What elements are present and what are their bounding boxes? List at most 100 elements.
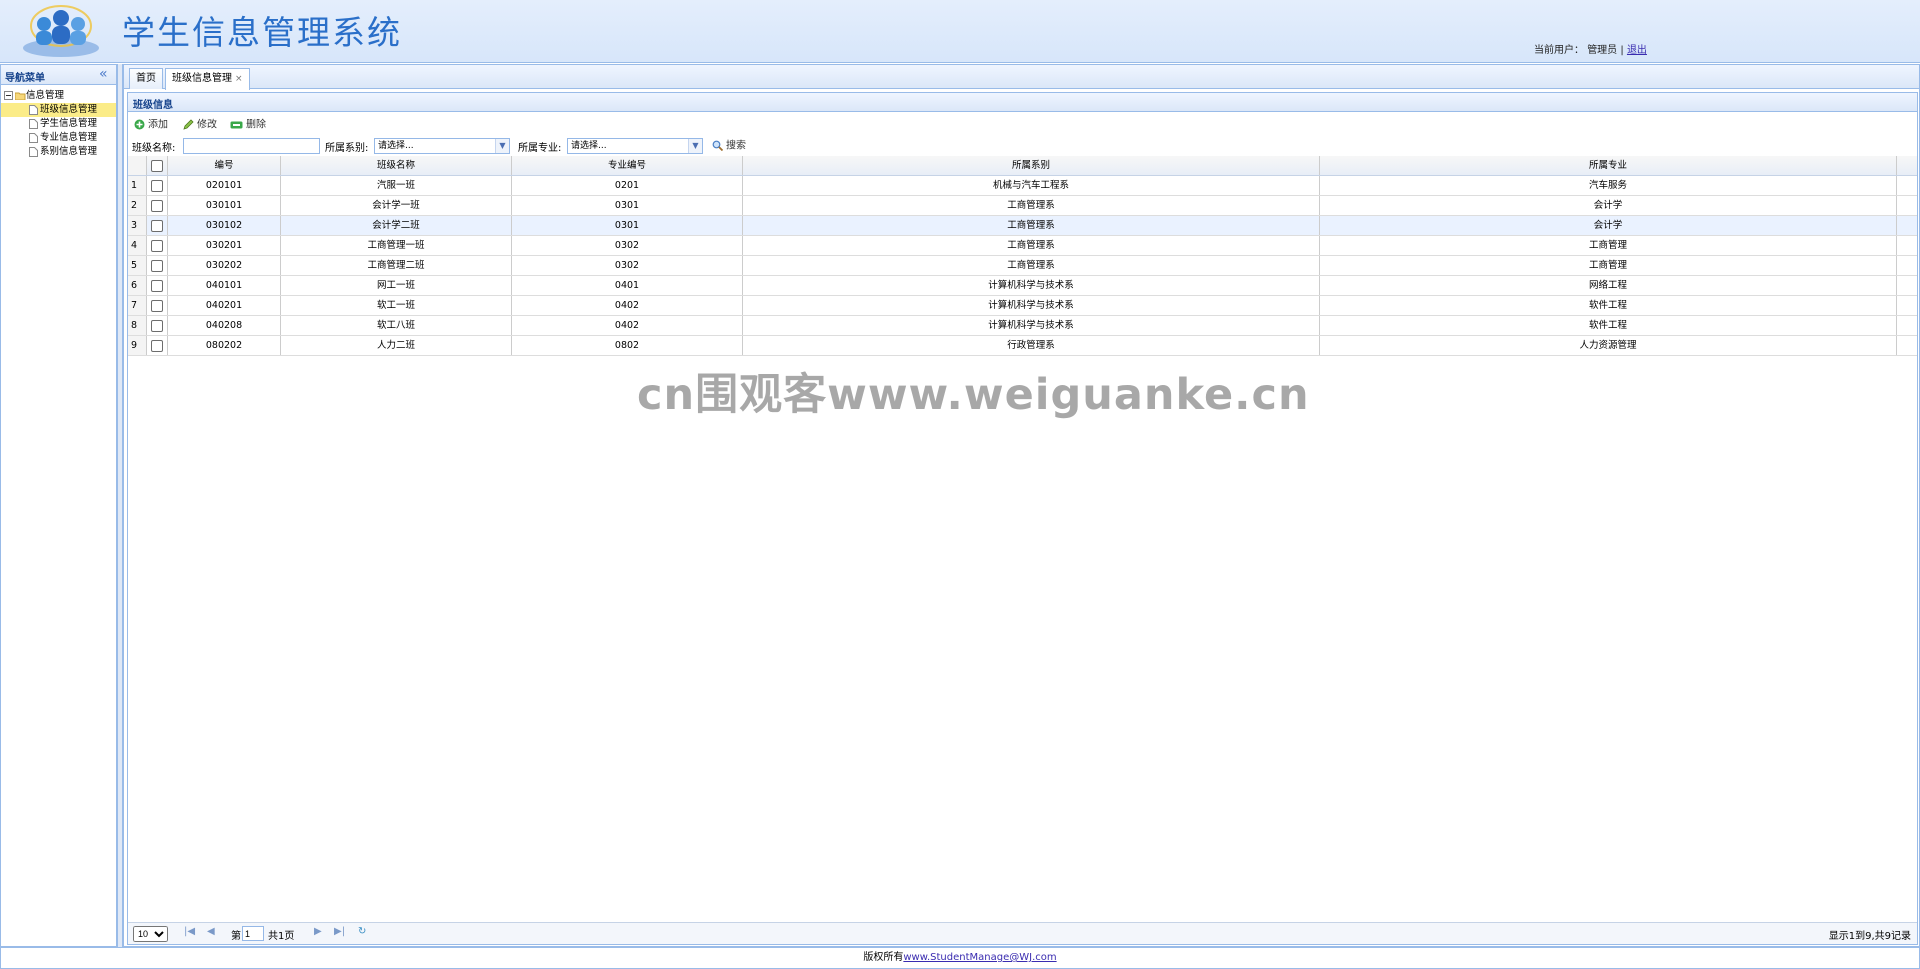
add-label: 添加 (148, 119, 168, 131)
row-number: 2 (128, 196, 147, 215)
logout-link[interactable]: 退出 (1627, 45, 1647, 56)
next-page-icon[interactable]: ▶ (314, 926, 322, 937)
col-header-major-id[interactable]: 专业编号 (512, 156, 743, 175)
row-checkbox[interactable] (151, 219, 163, 232)
row-select-cell[interactable] (147, 296, 168, 315)
row-select-cell[interactable] (147, 176, 168, 195)
last-page-icon[interactable]: ▶| (334, 926, 345, 937)
row-checkbox[interactable] (151, 279, 163, 292)
row-number: 6 (128, 276, 147, 295)
table-row[interactable]: 8 040208 软工八班 0402 计算机科学与技术系 软件工程 (128, 316, 1917, 336)
nav-item-student-info[interactable]: 学生信息管理 (29, 117, 97, 131)
cell-dept: 工商管理系 (743, 216, 1320, 235)
row-select-cell[interactable] (147, 316, 168, 335)
refresh-icon[interactable]: ↻ (358, 926, 366, 937)
nav-header: 导航菜单 « (1, 65, 116, 85)
cell-dept: 工商管理系 (743, 196, 1320, 215)
nav-item-label: 系别信息管理 (40, 146, 98, 157)
current-user-name: 管理员 (1587, 45, 1618, 56)
nav-item-class-info[interactable]: 班级信息管理 (1, 103, 116, 117)
select-all-cell[interactable] (147, 156, 168, 175)
row-checkbox[interactable] (151, 179, 163, 192)
page-size-select[interactable]: 10 (133, 926, 168, 942)
chevron-down-icon[interactable]: ▼ (688, 139, 702, 153)
page-number-input[interactable] (242, 926, 264, 941)
nav-item-dept-info[interactable]: 系别信息管理 (29, 145, 97, 159)
row-select-cell[interactable] (147, 236, 168, 255)
cell-major-id: 0302 (512, 256, 743, 275)
table-row[interactable]: 4 030201 工商管理一班 0302 工商管理系 工商管理 (128, 236, 1917, 256)
row-select-cell[interactable] (147, 196, 168, 215)
dept-select[interactable]: 请选择... ▼ (374, 138, 510, 154)
tree-collapse-icon[interactable] (4, 91, 13, 100)
col-header-id[interactable]: 编号 (168, 156, 281, 175)
edit-label: 修改 (197, 119, 217, 131)
tab-close-icon[interactable]: × (235, 74, 243, 84)
row-select-cell[interactable] (147, 216, 168, 235)
tab-home[interactable]: 首页 (129, 68, 163, 89)
major-select[interactable]: 请选择... ▼ (567, 138, 703, 154)
nav-item-major-info[interactable]: 专业信息管理 (29, 131, 97, 145)
row-select-cell[interactable] (147, 276, 168, 295)
edit-button[interactable]: 修改 (183, 119, 217, 132)
cell-class-name: 会计学二班 (281, 216, 512, 235)
add-button[interactable]: 添加 (134, 119, 168, 132)
table-row[interactable]: 7 040201 软工一班 0402 计算机科学与技术系 软件工程 (128, 296, 1917, 316)
cell-major: 网络工程 (1320, 276, 1897, 295)
row-select-cell[interactable] (147, 336, 168, 355)
watermark: cn围观客www.weiguanke.cn (637, 370, 1310, 420)
footer-link[interactable]: www.StudentManage@WJ.com (903, 952, 1056, 963)
search-button[interactable]: 搜索 (712, 140, 746, 153)
panel-title: 班级信息 (133, 100, 173, 111)
row-number: 7 (128, 296, 147, 315)
user-separator: | (1620, 45, 1624, 56)
cell-dept: 计算机科学与技术系 (743, 276, 1320, 295)
user-bar: 当前用户： 管理员 | 退出 (1534, 41, 1647, 56)
delete-button[interactable]: 删除 (230, 119, 266, 132)
logo (20, 4, 102, 58)
cell-major: 工商管理 (1320, 256, 1897, 275)
row-checkbox[interactable] (151, 339, 163, 352)
cell-major-id: 0401 (512, 276, 743, 295)
row-checkbox[interactable] (151, 259, 163, 272)
row-checkbox[interactable] (151, 299, 163, 312)
col-header-dept[interactable]: 所属系别 (743, 156, 1320, 175)
table-row[interactable]: 3 030102 会计学二班 0301 工商管理系 会计学 (128, 216, 1917, 236)
row-number: 1 (128, 176, 147, 195)
row-number: 8 (128, 316, 147, 335)
row-checkbox[interactable] (151, 199, 163, 212)
row-number: 4 (128, 236, 147, 255)
row-select-cell[interactable] (147, 256, 168, 275)
cell-id: 040208 (168, 316, 281, 335)
table-row[interactable]: 1 020101 汽服一班 0201 机械与汽车工程系 汽车服务 (128, 176, 1917, 196)
cell-class-name: 人力二班 (281, 336, 512, 355)
cell-major: 软件工程 (1320, 296, 1897, 315)
table-row[interactable]: 6 040101 网工一班 0401 计算机科学与技术系 网络工程 (128, 276, 1917, 296)
footer-copyright: 版权所有 (863, 952, 904, 963)
class-info-panel: 班级信息 添加 修改 删除 班级名称: 所属系别: 请选择... ▼ 所属专业:… (127, 92, 1918, 945)
class-name-input[interactable] (183, 138, 320, 154)
cell-major-id: 0402 (512, 316, 743, 335)
cell-id: 040201 (168, 296, 281, 315)
col-header-class-name[interactable]: 班级名称 (281, 156, 512, 175)
first-page-icon[interactable]: |◀ (184, 926, 195, 937)
col-header-major[interactable]: 所属专业 (1320, 156, 1897, 175)
cell-class-name: 网工一班 (281, 276, 512, 295)
cell-major: 会计学 (1320, 216, 1897, 235)
select-all-checkbox[interactable] (151, 159, 163, 172)
row-checkbox[interactable] (151, 319, 163, 332)
chevron-down-icon[interactable]: ▼ (495, 139, 509, 153)
table-row[interactable]: 5 030202 工商管理二班 0302 工商管理系 工商管理 (128, 256, 1917, 276)
cell-class-name: 会计学一班 (281, 196, 512, 215)
collapse-icon[interactable]: « (99, 66, 108, 82)
cell-major-id: 0302 (512, 236, 743, 255)
nav-title: 导航菜单 (5, 73, 45, 84)
row-checkbox[interactable] (151, 239, 163, 252)
cell-major-id: 0402 (512, 296, 743, 315)
table-row[interactable]: 2 030101 会计学一班 0301 工商管理系 会计学 (128, 196, 1917, 216)
delete-label: 删除 (246, 119, 266, 131)
prev-page-icon[interactable]: ◀ (207, 926, 215, 937)
table-row[interactable]: 9 080202 人力二班 0802 行政管理系 人力资源管理 (128, 336, 1917, 356)
tree-root-info-management[interactable]: 信息管理 (4, 89, 64, 103)
tab-class-info[interactable]: 班级信息管理 × (165, 68, 250, 90)
